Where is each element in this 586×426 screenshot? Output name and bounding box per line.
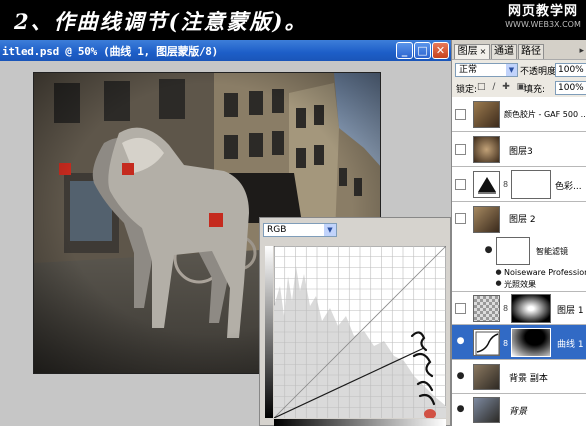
eye-icon[interactable]: ● [454,336,467,349]
screenshot-root: 2、作曲线调节(注意蒙版)。 网页教学网 WWW.WEB3X.COM itled… [0,0,586,426]
smart-filter-mask[interactable] [496,237,530,265]
layer-row-layer1[interactable]: 8 图层 1 [452,292,586,325]
layer-name: 智能滤镜 [536,247,568,256]
fill-input[interactable]: 100% [555,81,586,95]
layer-thumbnail [473,136,500,163]
opacity-label: 不透明度: [520,67,560,77]
minimize-button[interactable]: _ [396,42,413,59]
chain-link-icon[interactable]: 8 [503,304,508,313]
layer-thumbnail [473,364,500,390]
layer-thumbnail [473,397,500,423]
output-gradient-bar [265,246,273,418]
layer-mask-thumbnail[interactable] [511,170,551,199]
site-logo: 网页教学网 WWW.WEB3X.COM [504,4,582,34]
site-logo-text: 网页教学网 [507,4,578,19]
tab-channels-label: 通道 [494,46,514,57]
chevron-down-icon[interactable]: ▼ [324,224,336,236]
lock-icons[interactable]: □ ∕ ✚ ▣ [477,82,527,92]
lock-label: 锁定: [456,85,478,95]
layer-row-color-adjust[interactable]: 8 色彩... [452,167,586,202]
layer-mask-thumbnail[interactable] [511,294,551,323]
tutorial-banner: 2、作曲线调节(注意蒙版)。 网页教学网 WWW.WEB3X.COM [0,0,586,40]
layer-thumbnail [473,206,500,233]
chain-link-icon[interactable]: 8 [503,339,508,348]
eye-icon[interactable]: ● [454,404,467,417]
layer-thumbnail [473,295,500,322]
layer-mask-thumbnail[interactable] [511,328,551,357]
blend-row: 正常 ▼ 不透明度: 100% [452,59,586,79]
blend-mode-value: 正常 [459,65,478,75]
layer-thumbnail [473,101,500,128]
chevron-down-icon[interactable]: ▼ [506,64,517,76]
filter-row-lighting[interactable]: ● 光照效果 [452,279,586,292]
layer-name: 图层 2 [509,215,536,225]
channel-value: RGB [267,225,287,235]
layer-name: 颜色胶片 - GAF 500 ... [504,110,586,119]
document-title: itled.psd @ 50% (曲线 1, 图层蒙版/8) [2,45,218,58]
panel-menu-icon[interactable]: ▸ [579,46,584,56]
close-button[interactable]: ✕ [432,42,449,59]
layer-row-background[interactable]: ● 背景 [452,394,586,426]
visibility-toggle[interactable] [455,213,466,224]
layer-row-curves1[interactable]: ● 8 曲线 1 [452,325,586,360]
layer-row-background-copy[interactable]: ● 背景 副本 [452,360,586,394]
layer-name: 背景 副本 [509,374,548,384]
filter-row-noiseware[interactable]: ● Noiseware Professional [452,268,586,279]
lock-row: 锁定: □ ∕ ✚ ▣ 填充: 100% [452,79,586,97]
adjustment-icon [473,171,500,198]
document-titlebar[interactable]: itled.psd @ 50% (曲线 1, 图层蒙版/8) _ □ ✕ [0,40,451,61]
tab-paths[interactable]: 路径 [518,44,544,59]
layer-name: 色彩... [555,182,582,192]
channel-select[interactable]: RGB ▼ [263,223,337,237]
visibility-toggle[interactable] [455,303,466,314]
curves-adjustment-icon [473,329,500,356]
tutorial-step-title: 2、作曲线调节(注意蒙版)。 [14,9,308,34]
tab-layers-label: 图层 [457,46,478,57]
maximize-button[interactable]: □ [414,42,431,59]
layer-name: 图层3 [509,147,533,157]
visibility-toggle[interactable] [455,179,466,190]
layers-panel: 图层 × 通道 路径 ▸ 正常 ▼ 不透明度: 100% 锁定: □ ∕ ✚ ▣ … [451,40,586,426]
layer-name: 图层 1 [557,306,584,316]
visibility-toggle[interactable] [455,109,466,120]
filter-name: 光照效果 [504,280,536,289]
layer-row-layer2[interactable]: 图层 2 [452,202,586,235]
smart-filters-row[interactable]: ● 智能滤镜 [452,235,586,268]
eye-icon[interactable]: ● [454,371,467,384]
layer-name: 背景 [509,407,528,417]
curves-dialog: RGB ▼ [259,217,451,426]
layer-name: 曲线 1 [557,340,584,350]
filter-name: Noiseware Professional [504,268,586,277]
layer-row-layer3[interactable]: 图层3 [452,132,586,167]
eye-icon[interactable]: ● [482,245,495,258]
panel-tabs: 图层 × 通道 路径 ▸ [452,44,586,59]
blend-mode-select[interactable]: 正常 ▼ [455,63,518,77]
input-gradient-bar [274,419,446,426]
site-logo-url: WWW.WEB3X.COM [505,20,581,29]
tab-paths-label: 路径 [521,46,541,57]
fill-label: 填充: [524,85,546,95]
layer-list: 颜色胶片 - GAF 500 ... 图层3 8 色彩... 图层 2 ● 智能… [452,97,586,426]
layer-row-film-color[interactable]: 颜色胶片 - GAF 500 ... [452,97,586,132]
close-icon[interactable]: × [480,47,487,56]
chain-link-icon[interactable]: 8 [503,180,508,189]
tab-layers[interactable]: 图层 × [454,44,490,59]
opacity-input[interactable]: 100% [555,63,586,77]
visibility-toggle[interactable] [455,144,466,155]
curve-graph[interactable] [274,246,446,418]
tab-channels[interactable]: 通道 [491,44,517,59]
